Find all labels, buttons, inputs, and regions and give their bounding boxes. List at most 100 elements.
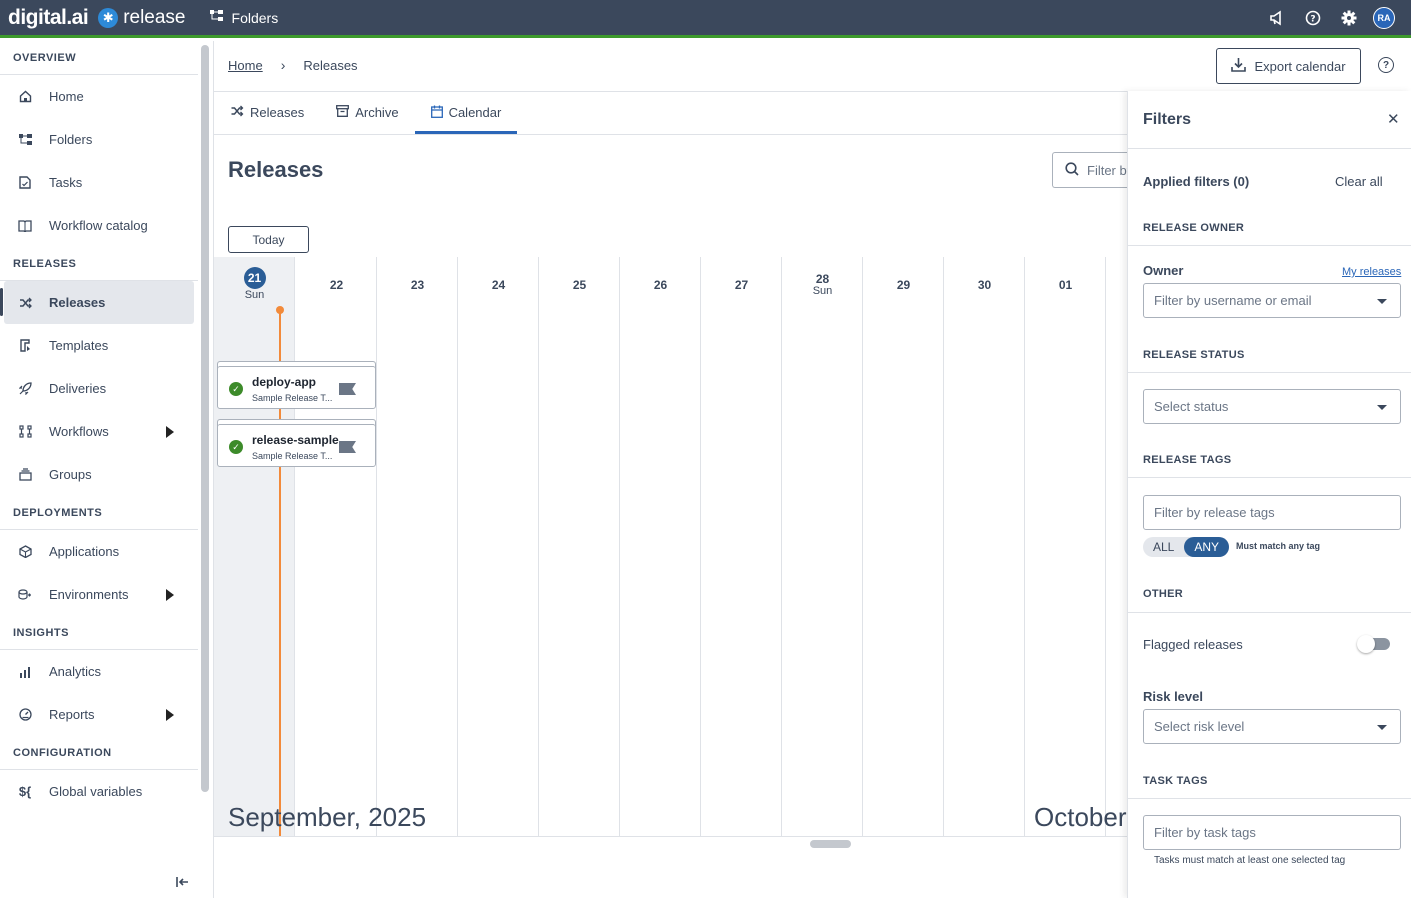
sidebar-item-reports[interactable]: Reports bbox=[0, 693, 198, 736]
calendar-day-header: 22 bbox=[329, 278, 344, 292]
groups-icon bbox=[17, 468, 33, 481]
close-icon[interactable]: ✕ bbox=[1387, 110, 1400, 128]
sidebar-section-title: RELEASES bbox=[0, 247, 198, 281]
flagged-releases-toggle[interactable] bbox=[1357, 635, 1390, 653]
calendar-day-column[interactable]: 21 Sun bbox=[214, 257, 295, 836]
breadcrumb-home-link[interactable]: Home bbox=[228, 58, 263, 73]
calendar-day-column[interactable]: 25 bbox=[539, 257, 620, 836]
sidebar-item-workflow-catalog[interactable]: Workflow catalog bbox=[0, 204, 198, 247]
page-help-icon[interactable]: ? bbox=[1378, 57, 1394, 73]
calendar-day-column[interactable]: 27 bbox=[701, 257, 782, 836]
clear-all-button[interactable]: Clear all bbox=[1335, 174, 1383, 189]
divider bbox=[1128, 477, 1411, 478]
calendar-day-column[interactable]: 02 bbox=[1106, 257, 1128, 836]
export-calendar-button[interactable]: Export calendar bbox=[1216, 48, 1361, 84]
sidebar-item-groups[interactable]: Groups bbox=[0, 453, 198, 496]
status-filter-select[interactable]: Select status bbox=[1143, 389, 1401, 424]
risk-level-label: Risk level bbox=[1143, 689, 1203, 704]
sidebar-item-label: Deliveries bbox=[49, 381, 107, 396]
other-section-title: OTHER bbox=[1143, 588, 1183, 600]
sidebar-item-label: Reports bbox=[49, 707, 95, 722]
calendar-grid: 21 Sun 22 23 24 25 26 27 28 Sun 29 30 01… bbox=[214, 257, 1128, 837]
expand-caret-icon[interactable] bbox=[166, 425, 174, 438]
page-title: Releases bbox=[228, 157, 324, 182]
sidebar-item-label: Workflows bbox=[49, 424, 109, 439]
shuffle-icon bbox=[17, 297, 33, 309]
status-filter-placeholder: Select status bbox=[1154, 399, 1229, 414]
tab-calendar[interactable]: Calendar bbox=[414, 91, 518, 134]
calendar-day-column[interactable]: 23 bbox=[377, 257, 458, 836]
logo-digital-text: digital.ai bbox=[8, 5, 89, 29]
calendar-day-column[interactable]: 29 bbox=[863, 257, 944, 836]
calendar-day-column[interactable]: 28 Sun bbox=[782, 257, 863, 836]
flag-icon[interactable] bbox=[339, 441, 356, 453]
sidebar-item-analytics[interactable]: Analytics bbox=[0, 650, 198, 693]
sidebar-item-label: Folders bbox=[49, 132, 93, 147]
sidebar-item-tasks[interactable]: Tasks bbox=[0, 161, 198, 204]
release-card[interactable]: ✓ release-sample Sample Release T... bbox=[217, 419, 376, 467]
release-tags-input[interactable]: Filter by release tags bbox=[1143, 495, 1401, 530]
task-tags-note: Tasks must match at least one selected t… bbox=[1154, 855, 1346, 866]
sidebar-item-applications[interactable]: Applications bbox=[0, 530, 198, 573]
variables-icon: ${ bbox=[18, 784, 32, 799]
tag-match-note: Must match any tag bbox=[1236, 541, 1321, 551]
risk-level-select[interactable]: Select risk level bbox=[1143, 709, 1401, 744]
today-button[interactable]: Today bbox=[228, 226, 309, 253]
workflow-icon bbox=[17, 425, 33, 438]
sidebar-scrollbar[interactable] bbox=[201, 45, 209, 792]
help-icon[interactable]: ? bbox=[1295, 10, 1331, 26]
sidebar-item-templates[interactable]: Templates bbox=[0, 324, 198, 367]
sidebar-item-environments[interactable]: Environments bbox=[0, 573, 198, 616]
today-date-badge: 21 bbox=[243, 267, 266, 289]
tab-archive[interactable]: Archive bbox=[320, 91, 414, 134]
sidebar-item-workflows[interactable]: Workflows bbox=[0, 410, 198, 453]
collapse-sidebar-icon[interactable] bbox=[176, 875, 190, 891]
tab-label: Calendar bbox=[448, 105, 502, 120]
tag-match-all-option[interactable]: ALL bbox=[1143, 537, 1184, 557]
sidebar-item-deliveries[interactable]: Deliveries bbox=[0, 367, 198, 410]
calendar-horizontal-scrollbar[interactable] bbox=[810, 840, 851, 848]
sidebar-item-label: Workflow catalog bbox=[49, 218, 148, 233]
calendar-day-number: 28 bbox=[815, 272, 830, 286]
sidebar-item-label: Releases bbox=[49, 295, 106, 310]
calendar-day-header: 26 bbox=[653, 278, 668, 292]
dropdown-arrow-icon bbox=[1377, 725, 1387, 730]
main-content: Home › Releases Releases Archive Calenda… bbox=[214, 41, 1142, 898]
avatar[interactable]: RA bbox=[1373, 6, 1395, 29]
calendar-day-column[interactable]: 22 bbox=[296, 257, 377, 836]
calendar-day-column[interactable]: 26 bbox=[620, 257, 701, 836]
sidebar-item-label: Global variables bbox=[49, 784, 143, 799]
logo[interactable]: digital.ai ✱ release bbox=[8, 6, 186, 30]
megaphone-icon[interactable] bbox=[1259, 10, 1295, 26]
book-icon bbox=[17, 219, 33, 232]
sidebar-item-home[interactable]: Home bbox=[0, 75, 198, 118]
calendar-day-column[interactable]: 24 bbox=[458, 257, 539, 836]
cube-icon bbox=[17, 545, 33, 558]
flag-icon[interactable] bbox=[339, 383, 356, 395]
sidebar-item-releases[interactable]: Releases bbox=[0, 281, 194, 324]
release-card-name: deploy-app bbox=[252, 375, 317, 389]
sidebar-item-folders[interactable]: Folders bbox=[0, 118, 198, 161]
expand-caret-icon[interactable] bbox=[166, 708, 174, 721]
tab-releases[interactable]: Releases bbox=[214, 91, 320, 134]
top-folders-link[interactable]: Folders bbox=[209, 9, 278, 26]
task-tags-input[interactable]: Filter by task tags bbox=[1143, 815, 1401, 850]
tag-match-toggle: ALL ANY bbox=[1143, 537, 1230, 557]
calendar-day-column[interactable]: 01 bbox=[1025, 257, 1106, 836]
tag-match-any-option[interactable]: ANY bbox=[1184, 537, 1230, 557]
my-releases-link[interactable]: My releases bbox=[1342, 266, 1401, 278]
month-label: October, 2025 bbox=[1034, 802, 1128, 832]
sidebar-item-label: Groups bbox=[49, 467, 92, 482]
calendar-day-header: 30 bbox=[977, 278, 992, 292]
sidebar-item-label: Analytics bbox=[49, 664, 102, 679]
gear-icon[interactable] bbox=[1331, 10, 1367, 26]
calendar-day-header: 23 bbox=[410, 278, 425, 292]
sidebar-item-global-variables[interactable]: ${ Global variables bbox=[0, 770, 198, 813]
release-card[interactable]: ✓ deploy-app Sample Release T... bbox=[217, 361, 376, 409]
owner-filter-select[interactable]: Filter by username or email bbox=[1143, 283, 1401, 318]
search-icon bbox=[1065, 161, 1079, 179]
completed-check-icon: ✓ bbox=[229, 440, 243, 454]
calendar-day-column[interactable]: 30 bbox=[944, 257, 1025, 836]
expand-caret-icon[interactable] bbox=[166, 588, 174, 601]
filters-title: Filters bbox=[1143, 111, 1192, 128]
